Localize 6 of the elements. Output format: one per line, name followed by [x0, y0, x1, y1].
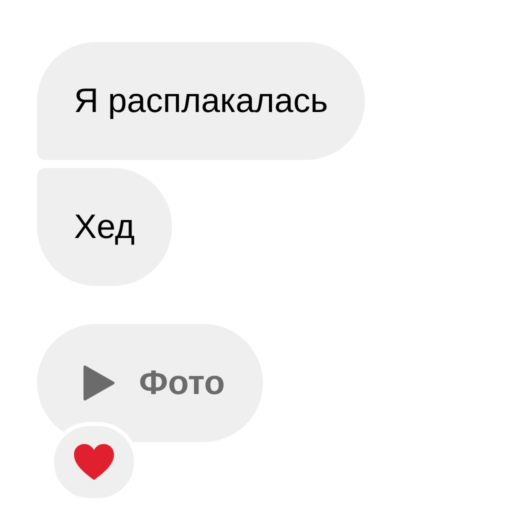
message-bubble: Хед	[37, 168, 172, 286]
photo-label: Фото	[139, 362, 225, 404]
message-bubble: Я расплакалась	[37, 42, 365, 160]
heart-icon	[73, 443, 115, 481]
photo-message-bubble[interactable]: Фото	[37, 324, 263, 442]
play-icon	[83, 365, 115, 401]
